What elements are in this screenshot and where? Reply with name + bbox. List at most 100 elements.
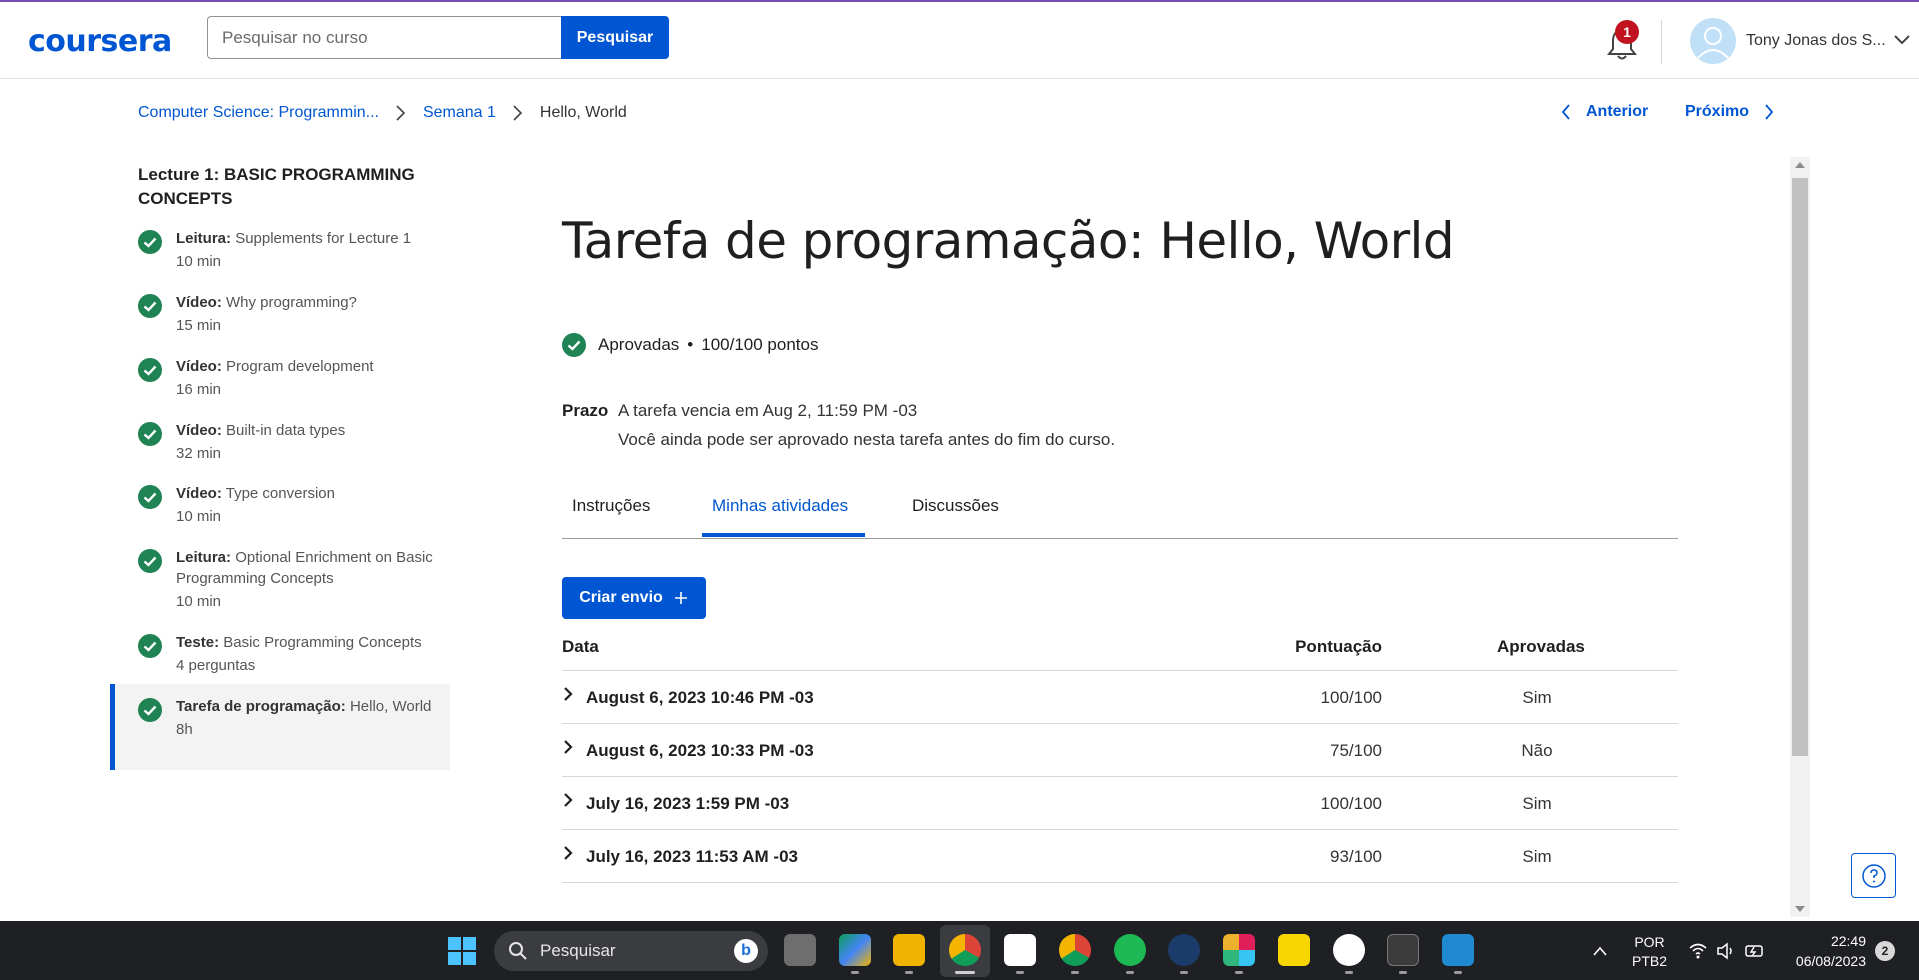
submission-passed: Sim [1522, 688, 1552, 707]
item-duration: 10 min [176, 253, 222, 270]
create-submission-label: Criar envio [579, 589, 663, 606]
completed-check-icon [138, 698, 162, 722]
item-name: Program development [226, 358, 374, 375]
grade-status: Aprovadas • 100/100 pontos [562, 333, 818, 357]
table-row[interactable]: July 16, 2023 1:59 PM -03 100/100 Sim [562, 777, 1678, 830]
spotify-icon[interactable] [1114, 934, 1146, 966]
next-label: Próximo [1685, 103, 1750, 120]
chrome-profile-icon[interactable] [1059, 934, 1091, 966]
sidebar-item[interactable]: Vídeo: Why programming? 15 min [110, 292, 450, 336]
breadcrumb-week[interactable]: Semana 1 [423, 104, 496, 122]
submission-score: 100/100 [1320, 688, 1382, 707]
item-name: Built-in data types [226, 422, 346, 439]
submission-passed: Sim [1522, 847, 1552, 866]
chevron-down-icon[interactable] [1893, 34, 1911, 46]
item-name: Basic Programming Concepts [223, 634, 422, 651]
notion-icon[interactable] [1004, 934, 1036, 966]
item-type: Vídeo: [176, 422, 222, 439]
file-explorer-icon[interactable] [893, 934, 925, 966]
tab-instructions[interactable]: Instruções [572, 496, 650, 516]
sidebar-item[interactable]: Vídeo: Built-in data types 32 min [110, 420, 450, 464]
item-type: Tarefa de programação: [176, 698, 346, 715]
header-divider [1661, 20, 1662, 64]
create-submission-button[interactable]: Criar envio [562, 577, 706, 619]
previous-label: Anterior [1586, 103, 1649, 120]
deadline-label: Prazo [562, 401, 609, 420]
table-row[interactable]: August 6, 2023 10:46 PM -03 100/100 Sim [562, 671, 1678, 724]
submission-score: 93/100 [1330, 847, 1382, 866]
help-button[interactable] [1851, 853, 1896, 898]
points-label: 100/100 pontos [701, 335, 819, 354]
sidebar-item[interactable]: Vídeo: Type conversion 10 min [110, 483, 450, 527]
terminal-icon[interactable] [1387, 934, 1419, 966]
chevron-right-icon [396, 105, 406, 121]
item-name: Why programming? [226, 294, 357, 311]
sidebar-item[interactable]: Teste: Basic Programming Concepts 4 perg… [110, 632, 450, 676]
tab-my-activities[interactable]: Minhas atividades [712, 496, 848, 516]
previous-button[interactable]: Anterior [1560, 103, 1648, 121]
breadcrumb-course[interactable]: Computer Science: Programmin... [138, 104, 379, 122]
battery-charging-icon[interactable] [1744, 942, 1766, 960]
chevron-up-icon[interactable] [1592, 945, 1608, 957]
chrome-icon[interactable] [949, 934, 981, 966]
sticky-notes-icon[interactable] [1278, 934, 1310, 966]
coursera-logo[interactable]: coursera [28, 24, 172, 59]
completed-check-icon [138, 230, 162, 254]
tab-discussions[interactable]: Discussões [912, 496, 999, 516]
app-indicator [1235, 971, 1243, 974]
vscode-icon[interactable] [1442, 934, 1474, 966]
table-row[interactable]: August 6, 2023 10:33 PM -03 75/100 Não [562, 724, 1678, 777]
header-score: Pontuação [1295, 637, 1382, 656]
sidebar-item-active[interactable]: Tarefa de programação: Hello, World 8h [110, 684, 450, 770]
app-indicator [905, 971, 913, 974]
expand-chevron-icon[interactable] [562, 738, 574, 756]
plus-icon [674, 592, 687, 604]
steam-icon[interactable] [1168, 934, 1200, 966]
course-search-input[interactable] [207, 16, 561, 59]
user-avatar[interactable] [1690, 18, 1736, 64]
slack-icon[interactable] [1223, 934, 1255, 966]
bing-icon[interactable]: b [734, 939, 758, 963]
item-type: Vídeo: [176, 485, 222, 502]
task-view-icon[interactable] [784, 934, 816, 966]
windows-taskbar: Pesquisar b POR PTB2 22:49 06/08/2023 2 [0, 921, 1919, 980]
user-name[interactable]: Tony Jonas dos S... [1746, 32, 1886, 50]
item-type: Leitura: [176, 549, 232, 566]
completed-check-icon [138, 358, 162, 382]
expand-chevron-icon[interactable] [562, 791, 574, 809]
help-icon [1861, 863, 1886, 888]
lecture-title: Lecture 1: BASIC PROGRAMMING CONCEPTS [138, 165, 415, 208]
wifi-icon[interactable] [1688, 942, 1708, 960]
keyboard-layout: PTB2 [1632, 953, 1668, 969]
table-row[interactable]: July 16, 2023 11:53 AM -03 93/100 Sim [562, 830, 1678, 883]
sidebar-item[interactable]: Leitura: Supplements for Lecture 1 10 mi… [110, 228, 450, 272]
breadcrumb: Computer Science: Programmin... Semana 1… [138, 103, 627, 123]
sidebar-item[interactable]: Vídeo: Program development 16 min [110, 356, 450, 400]
scroll-up-arrow-icon[interactable] [1794, 160, 1806, 170]
google-drive-icon[interactable] [839, 934, 871, 966]
system-clock[interactable]: 22:49 06/08/2023 [1794, 931, 1866, 971]
language-code: POR [1634, 934, 1665, 950]
app-indicator-active [955, 971, 975, 974]
item-type: Teste: [176, 634, 220, 651]
volume-icon[interactable] [1716, 942, 1736, 960]
app-indicator [1071, 971, 1079, 974]
scrollbar-thumb[interactable] [1792, 178, 1808, 756]
language-indicator[interactable]: POR PTB2 [1632, 933, 1667, 971]
windows-start-icon[interactable] [447, 936, 477, 966]
app-indicator [1016, 971, 1024, 974]
next-button[interactable]: Próximo [1685, 103, 1775, 121]
search-button[interactable]: Pesquisar [561, 16, 669, 59]
notification-center-badge[interactable]: 2 [1875, 941, 1895, 961]
item-duration: 15 min [176, 317, 222, 334]
submission-date: August 6, 2023 10:46 PM -03 [586, 688, 814, 707]
whatsapp-icon[interactable] [1333, 934, 1365, 966]
expand-chevron-icon[interactable] [562, 844, 574, 862]
item-duration: 10 min [176, 593, 222, 610]
expand-chevron-icon[interactable] [562, 685, 574, 703]
sidebar-item[interactable]: Leitura: Optional Enrichment on Basic Pr… [110, 547, 450, 612]
submission-passed: Sim [1522, 794, 1552, 813]
person-icon [1697, 27, 1729, 59]
taskbar-search[interactable]: Pesquisar b [494, 931, 768, 971]
scroll-down-arrow-icon[interactable] [1794, 904, 1806, 914]
